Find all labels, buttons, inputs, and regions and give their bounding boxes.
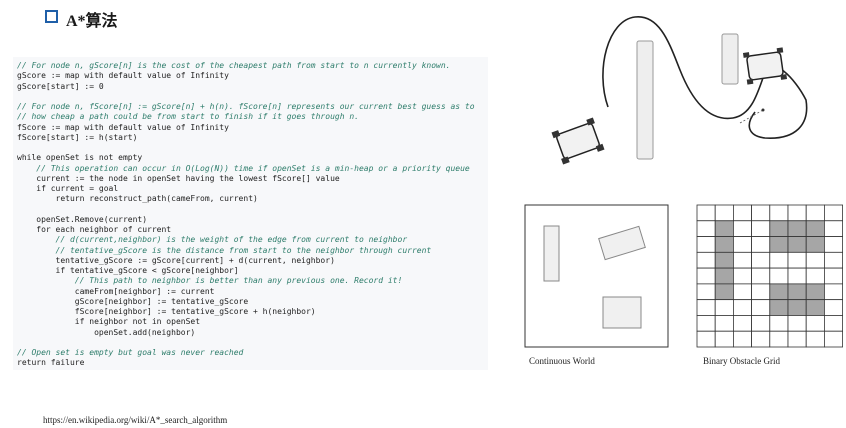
grid-cell-free — [696, 330, 716, 348]
grid-cell-free — [805, 330, 825, 348]
grid-cell-free — [769, 267, 789, 285]
grid-cell-free — [769, 204, 789, 222]
grid-cell-free — [714, 204, 734, 222]
grid-cell-free — [787, 315, 807, 332]
obstacle-bar-1 — [636, 40, 654, 160]
grid-cell-free — [696, 299, 716, 316]
obstacle-square — [602, 296, 642, 329]
grid-cell-free — [751, 315, 771, 332]
grid-cell-free — [733, 330, 753, 348]
binary-obstacle-grid — [696, 204, 844, 348]
grid-cell-free — [696, 204, 716, 222]
grid-cell-free — [824, 251, 844, 269]
grid-cell-obstacle — [769, 283, 789, 301]
grid-cell-obstacle — [805, 220, 825, 237]
grid-cell-free — [733, 267, 753, 285]
grid-cell-obstacle — [805, 236, 825, 253]
grid-cell-free — [824, 299, 844, 316]
grid-cell-free — [824, 204, 844, 222]
grid-cell-free — [805, 315, 825, 332]
grid-cell-free — [733, 299, 753, 316]
grid-cell-free — [696, 283, 716, 301]
grid-cell-free — [751, 236, 771, 253]
obstacle-vertical — [543, 225, 560, 282]
grid-cell-free — [751, 204, 771, 222]
grid-cell-obstacle — [787, 236, 807, 253]
grid-cell-free — [696, 236, 716, 253]
continuous-world-diagram — [524, 204, 669, 348]
grid-cell-free — [733, 204, 753, 222]
grid-cell-obstacle — [787, 220, 807, 237]
grid-cell-free — [805, 267, 825, 285]
grid-cell-obstacle — [769, 299, 789, 316]
grid-cell-free — [751, 251, 771, 269]
direction-arrow — [739, 109, 764, 124]
grid-cell-free — [805, 204, 825, 222]
grid-cell-obstacle — [805, 283, 825, 301]
grid-cell-free — [751, 299, 771, 316]
grid-cell-free — [824, 267, 844, 285]
path-planning-diagram — [551, 16, 808, 165]
grid-cell-free — [733, 236, 753, 253]
planned-path — [602, 16, 808, 139]
grid-cell-obstacle — [769, 236, 789, 253]
grid-cell-free — [787, 251, 807, 269]
grid-cell-obstacle — [714, 251, 734, 269]
grid-cell-obstacle — [714, 236, 734, 253]
grid-cell-obstacle — [714, 283, 734, 301]
grid-cell-obstacle — [787, 299, 807, 316]
grid-cell-free — [733, 220, 753, 237]
grid-cell-free — [714, 299, 734, 316]
grid-cell-free — [751, 330, 771, 348]
source-url: https://en.wikipedia.org/wiki/A*_search_… — [43, 415, 228, 425]
grid-cell-free — [733, 315, 753, 332]
grid-cell-free — [696, 315, 716, 332]
grid-cell-free — [733, 283, 753, 301]
grid-cell-free — [824, 315, 844, 332]
grid-cell-free — [824, 283, 844, 301]
grid-cell-free — [714, 330, 734, 348]
grid-cell-free — [787, 267, 807, 285]
grid-cell-free — [769, 315, 789, 332]
grid-cell-free — [751, 283, 771, 301]
grid-cell-free — [696, 220, 716, 237]
grid-cell-obstacle — [805, 299, 825, 316]
grid-cell-free — [824, 220, 844, 237]
grid-cell-free — [769, 251, 789, 269]
grid-cell-free — [751, 267, 771, 285]
grid-cell-obstacle — [787, 283, 807, 301]
grid-cell-free — [714, 315, 734, 332]
robot-start-icon — [551, 117, 605, 165]
grid-cell-free — [824, 330, 844, 348]
grid-cell-free — [805, 251, 825, 269]
robot-goal-icon — [742, 47, 788, 85]
grid-cell-free — [696, 267, 716, 285]
binary-grid-caption: Binary Obstacle Grid — [703, 356, 780, 366]
grid-cell-free — [751, 220, 771, 237]
grid-cell-free — [769, 330, 789, 348]
grid-cell-obstacle — [769, 220, 789, 237]
grid-cell-obstacle — [714, 220, 734, 237]
obstacle-bar-2 — [721, 33, 739, 85]
grid-cell-free — [696, 251, 716, 269]
continuous-world-caption: Continuous World — [529, 356, 595, 366]
grid-cell-free — [787, 330, 807, 348]
grid-cell-obstacle — [714, 267, 734, 285]
grid-cell-free — [733, 251, 753, 269]
grid-cell-free — [787, 204, 807, 222]
grid-cell-free — [824, 236, 844, 253]
